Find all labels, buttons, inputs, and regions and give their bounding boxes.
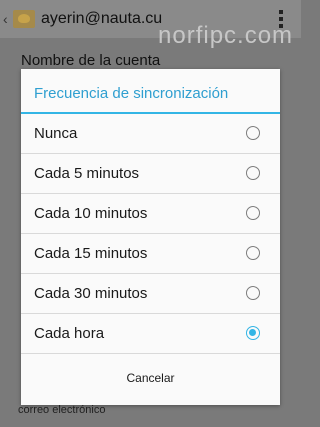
sync-frequency-dialog: Frecuencia de sincronización Nunca Cada … bbox=[21, 69, 280, 405]
option-10-minutes[interactable]: Cada 10 minutos bbox=[21, 194, 280, 234]
account-name-heading: Nombre de la cuenta bbox=[21, 52, 161, 69]
option-label: Nunca bbox=[34, 125, 78, 142]
option-label: Cada 15 minutos bbox=[34, 245, 148, 262]
option-label: Cada 5 minutos bbox=[34, 165, 140, 182]
option-label: Cada hora bbox=[34, 325, 105, 342]
radio-button[interactable] bbox=[246, 126, 260, 140]
radio-button[interactable] bbox=[246, 246, 260, 260]
dialog-title: Frecuencia de sincronización bbox=[21, 69, 280, 114]
option-30-minutes[interactable]: Cada 30 minutos bbox=[21, 274, 280, 314]
email-app-icon[interactable] bbox=[13, 10, 35, 28]
option-nunca[interactable]: Nunca bbox=[21, 114, 280, 154]
account-title: ayerin@nauta.cu bbox=[41, 10, 163, 27]
radio-button[interactable] bbox=[246, 206, 260, 220]
radio-button[interactable] bbox=[246, 166, 260, 180]
option-label: Cada 30 minutos bbox=[34, 285, 148, 302]
background-footer-text: correo electrónico bbox=[18, 404, 106, 416]
radio-button-selected[interactable] bbox=[246, 326, 260, 340]
radio-button[interactable] bbox=[246, 286, 260, 300]
option-label: Cada 10 minutos bbox=[34, 205, 148, 222]
cancel-button[interactable]: Cancelar bbox=[21, 354, 280, 401]
back-icon[interactable]: ‹ bbox=[3, 11, 11, 27]
option-5-minutes[interactable]: Cada 5 minutos bbox=[21, 154, 280, 194]
option-every-hour[interactable]: Cada hora bbox=[21, 314, 280, 354]
option-15-minutes[interactable]: Cada 15 minutos bbox=[21, 234, 280, 274]
watermark: norfipc.com bbox=[158, 22, 294, 49]
